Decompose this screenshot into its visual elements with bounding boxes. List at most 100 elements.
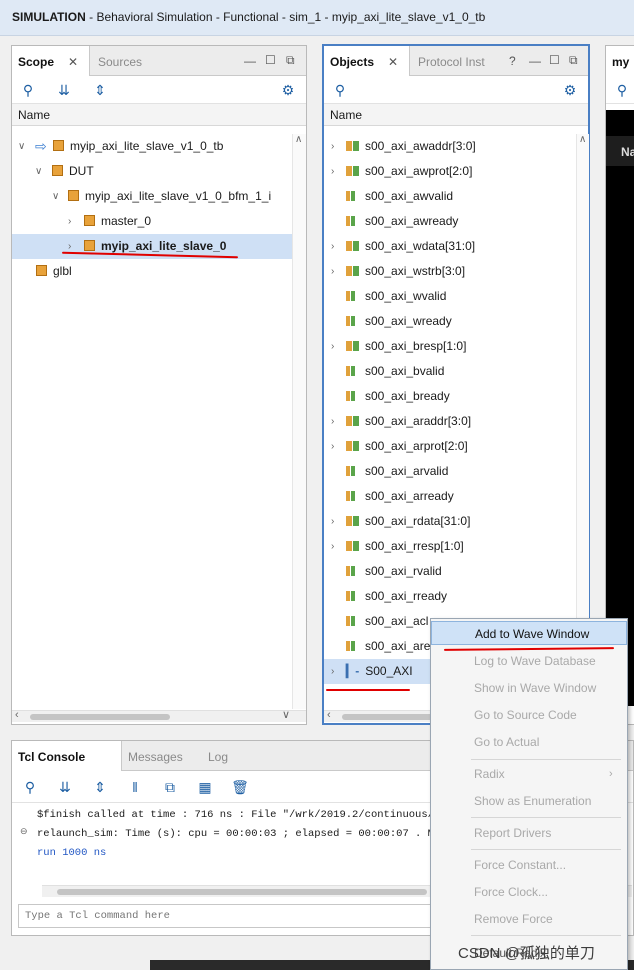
interface-icon: ▎- xyxy=(346,664,360,678)
menu-item-radix[interactable]: Radix xyxy=(431,762,627,786)
menu-item-report-drivers[interactable]: Report Drivers xyxy=(431,821,627,845)
signal-row[interactable]: s00_axi_awvalid xyxy=(324,184,576,209)
chevron-right-icon[interactable]: › xyxy=(331,434,334,459)
vertical-scrollbar[interactable]: ∧ xyxy=(292,134,306,709)
minimize-icon[interactable]: — xyxy=(244,54,256,68)
float-icon[interactable]: ⧉ xyxy=(286,53,295,68)
search-icon[interactable]: ⚲ xyxy=(18,80,38,100)
tree-item[interactable]: › master_0 xyxy=(12,209,292,234)
gear-icon[interactable]: ⚙ xyxy=(278,80,298,100)
signal-row[interactable]: › s00_axi_awaddr[3:0] xyxy=(324,134,576,159)
chevron-down-icon[interactable]: ∨ xyxy=(18,134,25,159)
expand-all-icon[interactable]: ⇕ xyxy=(90,80,110,100)
menu-item-show-as-enumeration[interactable]: Show as Enumeration xyxy=(431,789,627,813)
menu-item-remove-force[interactable]: Remove Force xyxy=(431,907,627,931)
signal-row[interactable]: s00_axi_awready xyxy=(324,209,576,234)
scope-tabbar: Scope ✕ Sources — ☐ ⧉ xyxy=(12,46,306,76)
chevron-right-icon[interactable]: › xyxy=(331,259,334,284)
tab-wave[interactable]: my xyxy=(606,46,634,76)
chevron-right-icon[interactable]: › xyxy=(331,159,334,184)
tab-tcl-console[interactable]: Tcl Console xyxy=(12,741,122,771)
collapse-all-icon[interactable]: ⇊ xyxy=(55,777,75,797)
signal-row[interactable]: › s00_axi_wstrb[3:0] xyxy=(324,259,576,284)
collapse-all-icon[interactable]: ⇊ xyxy=(54,80,74,100)
signal-row[interactable]: s00_axi_arready xyxy=(324,484,576,509)
signal-row[interactable]: s00_axi_rready xyxy=(324,584,576,609)
chevron-right-icon[interactable]: › xyxy=(331,334,334,359)
search-icon[interactable]: ⚲ xyxy=(612,80,632,100)
signal-icon xyxy=(346,615,359,627)
pause-icon[interactable]: ‖ xyxy=(125,777,145,797)
signal-row[interactable]: › s00_axi_rdata[31:0] xyxy=(324,509,576,534)
signal-row[interactable]: s00_axi_wready xyxy=(324,309,576,334)
tab-sources[interactable]: Sources xyxy=(92,46,148,76)
chevron-right-icon[interactable]: › xyxy=(331,659,334,684)
trash-icon[interactable]: 🗑 xyxy=(230,777,250,797)
scroll-left-icon[interactable]: ‹ xyxy=(327,709,331,721)
wave-column-header: Na xyxy=(606,136,634,166)
chevron-right-icon[interactable]: › xyxy=(331,409,334,434)
expand-all-icon[interactable]: ⇕ xyxy=(90,777,110,797)
menu-item-force-constant[interactable]: Force Constant... xyxy=(431,853,627,877)
tab-messages[interactable]: Messages xyxy=(122,741,189,771)
chevron-right-icon[interactable]: › xyxy=(68,209,71,234)
chevron-right-icon[interactable]: › xyxy=(331,234,334,259)
scroll-thumb[interactable] xyxy=(30,714,170,720)
tree-item[interactable]: glbl xyxy=(12,259,292,284)
scope-column-header[interactable]: Name xyxy=(12,104,306,126)
signal-row[interactable]: s00_axi_arvalid xyxy=(324,459,576,484)
search-icon[interactable]: ⚲ xyxy=(330,80,350,100)
scroll-up-icon[interactable]: ∧ xyxy=(579,134,586,145)
gear-icon[interactable]: ⚙ xyxy=(560,80,580,100)
submenu-arrow-icon: › xyxy=(609,768,613,780)
search-icon[interactable]: ⚲ xyxy=(20,777,40,797)
menu-item-show-in-wave-window[interactable]: Show in Wave Window xyxy=(431,676,627,700)
scroll-right-icon[interactable]: ∨ xyxy=(282,708,290,721)
objects-column-header[interactable]: Name xyxy=(324,104,588,126)
signal-row[interactable]: › s00_axi_bresp[1:0] xyxy=(324,334,576,359)
maximize-icon[interactable]: ☐ xyxy=(265,53,276,67)
close-icon[interactable]: ✕ xyxy=(68,55,78,69)
signal-row[interactable]: › s00_axi_arprot[2:0] xyxy=(324,434,576,459)
chevron-down-icon[interactable]: ∨ xyxy=(52,184,59,209)
signal-row[interactable]: s00_axi_bready xyxy=(324,384,576,409)
chevron-down-icon[interactable]: ∨ xyxy=(35,159,42,184)
signal-row[interactable]: s00_axi_bvalid xyxy=(324,359,576,384)
tab-objects[interactable]: Objects ✕ xyxy=(324,46,410,76)
tree-item[interactable]: ∨ ⇨ myip_axi_lite_slave_v1_0_tb xyxy=(12,134,292,159)
tree-item[interactable]: ∨ myip_axi_lite_slave_v1_0_bfm_1_i xyxy=(12,184,292,209)
title-mode: SIMULATION xyxy=(12,10,86,24)
menu-item-go-to-source-code[interactable]: Go to Source Code xyxy=(431,703,627,727)
menu-item-log-to-wave-database[interactable]: Log to Wave Database xyxy=(431,649,627,673)
menu-item-go-to-actual[interactable]: Go to Actual xyxy=(431,730,627,754)
signal-row[interactable]: › s00_axi_awprot[2:0] xyxy=(324,159,576,184)
table-icon[interactable]: ▦ xyxy=(195,777,215,797)
maximize-icon[interactable]: ☐ xyxy=(549,53,560,67)
close-icon[interactable]: ✕ xyxy=(388,55,398,69)
float-icon[interactable]: ⧉ xyxy=(569,53,578,68)
tree-item[interactable]: ∨ DUT xyxy=(12,159,292,184)
scroll-up-icon[interactable]: ∧ xyxy=(295,134,302,145)
tab-log[interactable]: Log xyxy=(202,741,234,771)
signal-row[interactable]: › s00_axi_wdata[31:0] xyxy=(324,234,576,259)
signal-row[interactable]: s00_axi_wvalid xyxy=(324,284,576,309)
chevron-right-icon[interactable]: › xyxy=(331,509,334,534)
signal-row[interactable]: s00_axi_rvalid xyxy=(324,559,576,584)
chevron-right-icon[interactable]: › xyxy=(331,134,334,159)
tab-scope[interactable]: Scope ✕ xyxy=(12,46,90,76)
scroll-left-icon[interactable]: ‹ xyxy=(15,709,19,721)
copy-icon[interactable]: ⧉ xyxy=(160,777,180,797)
minimize-icon[interactable]: — xyxy=(529,54,541,68)
menu-item-force-clock[interactable]: Force Clock... xyxy=(431,880,627,904)
wave-canvas[interactable] xyxy=(606,110,634,706)
chevron-right-icon[interactable]: › xyxy=(68,234,71,259)
scroll-thumb[interactable] xyxy=(57,889,427,895)
signal-row[interactable]: › s00_axi_rresp[1:0] xyxy=(324,534,576,559)
tab-protocol-inst[interactable]: Protocol Inst xyxy=(412,46,491,76)
menu-item-add-to-wave-window[interactable]: Add to Wave Window xyxy=(431,621,627,645)
signal-row[interactable]: › s00_axi_araddr[3:0] xyxy=(324,409,576,434)
fold-icon[interactable]: ⊖ xyxy=(20,827,28,837)
horizontal-scrollbar[interactable]: ‹ ∨ xyxy=(12,708,306,722)
chevron-right-icon[interactable]: › xyxy=(331,534,334,559)
help-icon[interactable]: ? xyxy=(509,54,516,68)
